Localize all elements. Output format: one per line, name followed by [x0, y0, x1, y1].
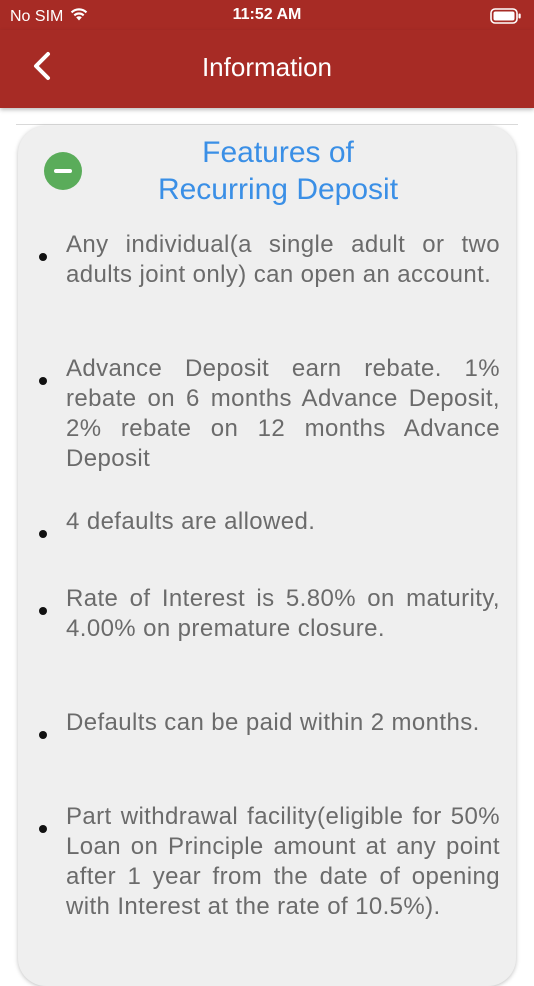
card-title-line1: Features of [202, 136, 354, 169]
list-item: 4 defaults are allowed. [66, 508, 316, 535]
card-title-line2: Recurring Deposit [157, 173, 399, 206]
bullet-dot [39, 530, 47, 538]
card-title: Features of Recurring Deposit [128, 134, 428, 208]
bullet-dot [39, 607, 47, 615]
page-title: Information [201, 52, 333, 82]
list-item: Defaults can be paid within 2 months. [66, 709, 480, 736]
bullet-dot [39, 825, 47, 833]
list-item: Any individual(a single adult or two adu… [66, 231, 500, 288]
battery-icon [490, 8, 522, 29]
list-item: Part withdrawal facility(eligible for 50… [66, 803, 500, 920]
nav-bar: Information [0, 30, 534, 108]
features-card: Features of Recurring Deposit Any indivi… [18, 126, 516, 986]
divider [16, 124, 518, 125]
minus-circle-icon[interactable] [44, 152, 82, 190]
bullet-dot [39, 731, 47, 739]
status-bar: No SIM 11:52 AM [0, 0, 534, 30]
status-time: 11:52 AM [232, 6, 302, 23]
bullet-dot [39, 253, 47, 261]
list-item: Advance Deposit earn rebate. 1% rebate o… [66, 355, 500, 472]
bullet-dot [39, 377, 47, 385]
list-item: Rate of Interest is 5.80% on maturity, 4… [66, 585, 500, 642]
